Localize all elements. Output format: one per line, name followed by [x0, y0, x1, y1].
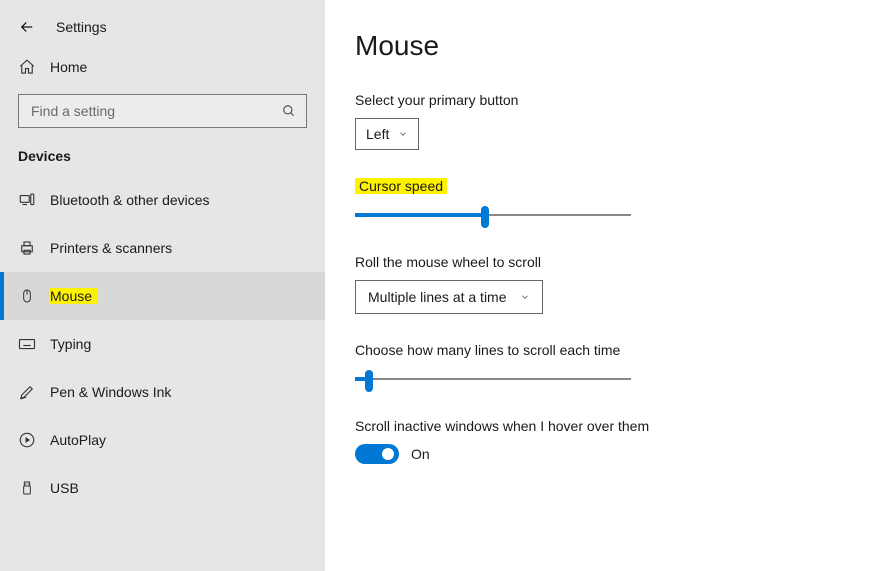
inactive-label: Scroll inactive windows when I hover ove…: [355, 418, 809, 434]
scroll-label: Roll the mouse wheel to scroll: [355, 254, 809, 270]
slider-thumb[interactable]: [365, 370, 373, 392]
chevron-down-icon: [398, 129, 408, 139]
sidebar-item-usb[interactable]: USB: [0, 464, 325, 512]
sidebar-item-label: Mouse: [50, 288, 98, 304]
page-title: Mouse: [355, 30, 809, 62]
autoplay-icon: [18, 431, 36, 449]
sidebar-item-pen[interactable]: Pen & Windows Ink: [0, 368, 325, 416]
toggle-row: On: [355, 444, 809, 464]
slider-thumb[interactable]: [481, 206, 489, 228]
scroll-value: Multiple lines at a time: [368, 289, 507, 305]
usb-icon: [18, 479, 36, 497]
lines-label: Choose how many lines to scroll each tim…: [355, 342, 809, 358]
pen-icon: [18, 383, 36, 401]
sidebar-item-printers[interactable]: Printers & scanners: [0, 224, 325, 272]
search-box[interactable]: [18, 94, 307, 128]
toggle-state-label: On: [411, 446, 430, 462]
cursor-speed-slider[interactable]: [355, 204, 631, 228]
scroll-inactive-toggle[interactable]: [355, 444, 399, 464]
content: Mouse Select your primary button Left Cu…: [325, 0, 869, 571]
keyboard-icon: [18, 337, 36, 351]
cursor-speed-label: Cursor speed: [355, 178, 809, 194]
sidebar-item-mouse[interactable]: Mouse: [0, 272, 325, 320]
nav-list: Bluetooth & other devices Printers & sca…: [0, 176, 325, 512]
sidebar-item-label: Pen & Windows Ink: [50, 384, 171, 400]
settings-title: Settings: [56, 19, 107, 35]
sidebar: Settings Home Devices Bluetooth & other …: [0, 0, 325, 571]
slider-track: [355, 378, 631, 380]
scroll-select[interactable]: Multiple lines at a time: [355, 280, 543, 314]
search-input[interactable]: [29, 102, 256, 120]
mouse-icon: [18, 287, 36, 305]
primary-button-select[interactable]: Left: [355, 118, 419, 150]
back-icon[interactable]: [18, 18, 36, 36]
toggle-knob: [382, 448, 394, 460]
category-header: Devices: [0, 148, 325, 176]
sidebar-item-label: AutoPlay: [50, 432, 106, 448]
devices-icon: [18, 191, 36, 209]
sidebar-item-label: Typing: [50, 336, 91, 352]
sidebar-item-label: Printers & scanners: [50, 240, 172, 256]
home-link[interactable]: Home: [0, 58, 325, 94]
sidebar-item-bluetooth[interactable]: Bluetooth & other devices: [0, 176, 325, 224]
lines-slider[interactable]: [355, 368, 631, 392]
slider-fill: [355, 213, 485, 217]
sidebar-item-typing[interactable]: Typing: [0, 320, 325, 368]
header-row: Settings: [0, 18, 325, 58]
primary-button-value: Left: [366, 126, 389, 142]
sidebar-item-autoplay[interactable]: AutoPlay: [0, 416, 325, 464]
search-icon: [282, 104, 296, 118]
home-label: Home: [50, 59, 87, 75]
sidebar-item-label: USB: [50, 480, 79, 496]
chevron-down-icon: [520, 292, 530, 302]
primary-button-label: Select your primary button: [355, 92, 809, 108]
sidebar-item-label: Bluetooth & other devices: [50, 192, 210, 208]
printer-icon: [18, 239, 36, 257]
home-icon: [18, 58, 36, 76]
